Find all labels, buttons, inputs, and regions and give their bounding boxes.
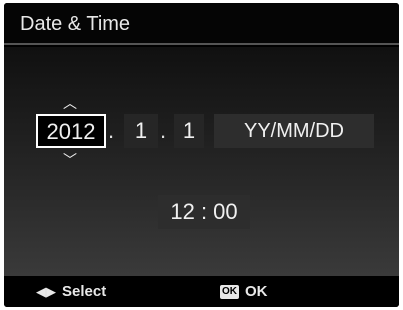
date-format-field[interactable]: YY/MM/DD	[214, 114, 374, 148]
date-separator: .	[160, 118, 167, 143]
select-label: Select	[62, 283, 107, 300]
date-time-screen: Date & Time ︿ 2012 ﹀ . 1 . 1 YY/MM/DD 12…	[4, 3, 399, 307]
increment-arrow-icon[interactable]: ︿	[63, 93, 77, 113]
footer-bar: ◀▶ Select OK OK	[4, 276, 399, 307]
year-field[interactable]: 2012	[36, 114, 106, 148]
page-title: Date & Time	[4, 3, 399, 45]
date-separator: .	[108, 118, 115, 143]
ok-hint: OK OK	[220, 276, 268, 307]
ok-label: OK	[245, 283, 268, 300]
select-hint: ◀▶ Select	[36, 276, 106, 307]
time-field[interactable]: 12 : 00	[158, 195, 250, 229]
day-field[interactable]: 1	[174, 114, 204, 148]
decrement-arrow-icon[interactable]: ﹀	[63, 150, 77, 170]
ok-button-icon: OK	[220, 285, 239, 300]
nav-arrows-icon: ◀▶	[36, 284, 56, 299]
month-field[interactable]: 1	[124, 114, 158, 148]
